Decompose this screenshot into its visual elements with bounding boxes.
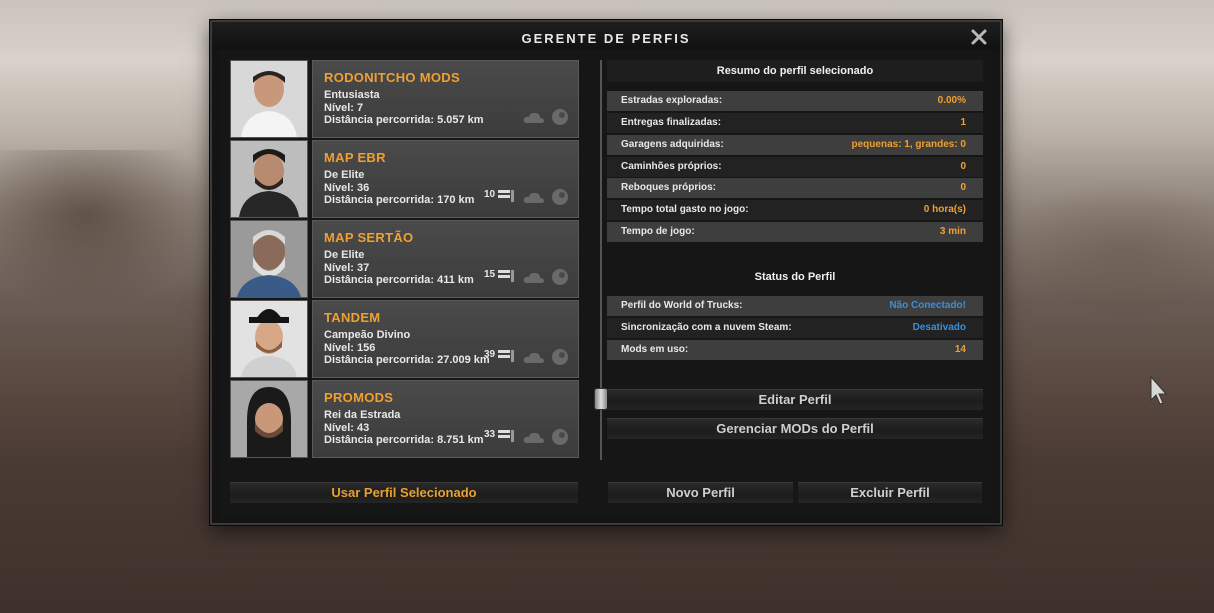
cloud-icon <box>523 352 544 363</box>
status-row: Sincronização com a nuvem Steam: Desativ… <box>607 318 983 338</box>
profile-card[interactable]: MAP EBR De Elite Nível: 36 Distância per… <box>312 140 579 218</box>
profile-level: Nível: 37 <box>324 262 370 274</box>
new-profile-button[interactable]: Novo Perfil <box>608 482 793 503</box>
stat-label: Reboques próprios: <box>621 182 717 193</box>
content-area: RODONITCHO MODS Entusiasta Nível: 7 Dist… <box>220 50 992 517</box>
stat-value[interactable]: Não Conectado! <box>889 296 966 316</box>
cloud-icon <box>523 192 544 203</box>
mods-icon <box>498 190 514 202</box>
avatar <box>230 300 308 378</box>
profile-distance: Distância percorrida: 5.057 km <box>324 114 484 126</box>
summary-header: Resumo do perfil selecionado <box>607 60 983 82</box>
profile-level: Nível: 43 <box>324 422 370 434</box>
stat-value[interactable]: Desativado <box>913 318 966 338</box>
avatar <box>230 60 308 138</box>
stat-value: 0 hora(s) <box>923 204 966 215</box>
stat-row: Estradas exploradas: 0.00% <box>607 91 983 111</box>
stat-value: pequenas: 1, grandes: 0 <box>851 139 966 150</box>
profile-distance: Distância percorrida: 170 km <box>324 194 475 206</box>
profile-rank: Rei da Estrada <box>324 409 401 421</box>
status-header: Status do Perfil <box>754 271 836 283</box>
stat-value: 0.00% <box>937 95 966 106</box>
steam-icon <box>552 189 568 205</box>
profile-distance: Distância percorrida: 8.751 km <box>324 434 484 446</box>
scrollbar-thumb[interactable] <box>594 388 608 410</box>
title-bar: GERENTE DE PERFIS <box>212 22 1000 50</box>
profile-rank: De Elite <box>324 249 365 261</box>
cloud-icon <box>523 272 544 283</box>
mods-count: 10 <box>484 189 496 200</box>
edit-profile-button[interactable]: Editar Perfil <box>607 389 983 410</box>
profile-rank: De Elite <box>324 169 365 181</box>
stat-label: Sincronização com a nuvem Steam: <box>621 322 792 333</box>
background-blur <box>994 180 1214 320</box>
stat-label: Tempo de jogo: <box>621 226 695 237</box>
profile-card[interactable]: RODONITCHO MODS Entusiasta Nível: 7 Dist… <box>312 60 579 138</box>
avatar <box>230 220 308 298</box>
steam-icon <box>552 269 568 285</box>
manage-mods-button[interactable]: Gerenciar MODs do Perfil <box>607 418 983 439</box>
status-row: Perfil do World of Trucks: Não Conectado… <box>607 296 983 316</box>
profile-card[interactable]: MAP SERTÃO De Elite Nível: 37 Distância … <box>312 220 579 298</box>
mods-icon <box>498 350 514 362</box>
profile-card[interactable]: PROMODS Rei da Estrada Nível: 43 Distânc… <box>312 380 579 458</box>
avatar <box>230 140 308 218</box>
profile-level: Nível: 36 <box>324 182 370 194</box>
stat-value: 0 <box>960 161 966 172</box>
stat-label: Caminhões próprios: <box>621 161 722 172</box>
cloud-icon <box>523 432 544 443</box>
avatar <box>230 380 308 458</box>
cursor-icon <box>1150 376 1168 405</box>
steam-icon <box>552 109 568 125</box>
profile-name: MAP SERTÃO <box>324 230 414 245</box>
profile-manager-window: GERENTE DE PERFIS RODONITCHO MODS Entusi… <box>210 20 1002 525</box>
mods-count: 15 <box>484 269 496 280</box>
window-title: GERENTE DE PERFIS <box>521 31 691 46</box>
profile-name: MAP EBR <box>324 150 386 165</box>
mods-icon <box>498 430 514 442</box>
stat-row: Tempo de jogo: 3 min <box>607 222 983 242</box>
stat-row: Caminhões próprios: 0 <box>607 157 983 177</box>
cloud-icon <box>523 112 544 123</box>
delete-profile-button[interactable]: Excluir Perfil <box>798 482 982 503</box>
stat-label: Tempo total gasto no jogo: <box>621 204 749 215</box>
close-icon[interactable] <box>970 28 988 46</box>
mods-count: 33 <box>484 429 496 440</box>
stat-row: Garagens adquiridas: pequenas: 1, grande… <box>607 135 983 155</box>
mods-icon <box>498 270 514 282</box>
profile-distance: Distância percorrida: 27.009 km <box>324 354 490 366</box>
steam-icon <box>552 429 568 445</box>
profile-rank: Campeão Divino <box>324 329 411 341</box>
steam-icon <box>552 349 568 365</box>
use-selected-profile-button[interactable]: Usar Perfil Selecionado <box>230 482 578 503</box>
profile-level: Nível: 156 <box>324 342 376 354</box>
stat-value: 0 <box>960 182 966 193</box>
stat-value: 1 <box>960 117 966 128</box>
stat-row: Tempo total gasto no jogo: 0 hora(s) <box>607 200 983 220</box>
mods-count: 39 <box>484 349 496 360</box>
profile-name: TANDEM <box>324 310 381 325</box>
stat-row: Entregas finalizadas: 1 <box>607 113 983 133</box>
stat-label: Entregas finalizadas: <box>621 117 722 128</box>
profile-level: Nível: 7 <box>324 102 364 114</box>
stat-value: 3 min <box>939 226 966 237</box>
stat-value: 14 <box>954 344 966 355</box>
profile-name: PROMODS <box>324 390 394 405</box>
stat-label: Perfil do World of Trucks: <box>621 300 743 311</box>
profile-name: RODONITCHO MODS <box>324 70 460 85</box>
stat-label: Estradas exploradas: <box>621 95 723 106</box>
stat-label: Mods em uso: <box>621 344 689 355</box>
profile-distance: Distância percorrida: 411 km <box>324 274 474 286</box>
background-blur <box>0 150 215 310</box>
status-row: Mods em uso: 14 <box>607 340 983 360</box>
profile-card[interactable]: TANDEM Campeão Divino Nível: 156 Distânc… <box>312 300 579 378</box>
stat-row: Reboques próprios: 0 <box>607 178 983 198</box>
profile-rank: Entusiasta <box>324 89 380 101</box>
stat-label: Garagens adquiridas: <box>621 139 724 150</box>
